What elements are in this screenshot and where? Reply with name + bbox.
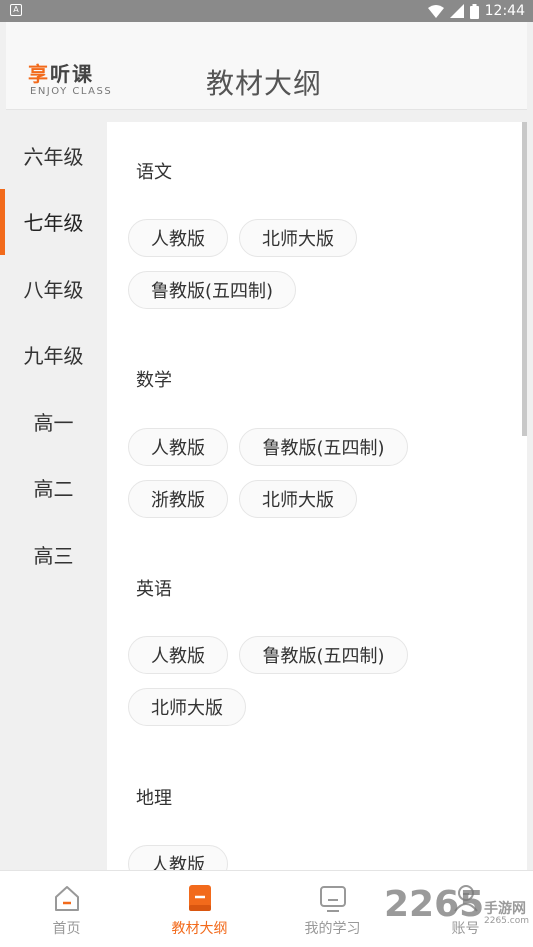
grade-label: 高二: [33, 477, 74, 502]
watermark-number: 2265: [384, 884, 485, 925]
sidebar-item-high-2[interactable]: 高二: [0, 455, 107, 522]
status-bar: A 12:44: [0, 0, 533, 22]
wifi-icon: [427, 4, 444, 18]
edition-tag[interactable]: 鲁教版(五四制): [239, 428, 408, 466]
sidebar-item-high-1[interactable]: 高一: [0, 388, 107, 455]
textbook-list[interactable]: 语文 人教版 北师大版 鲁教版(五四制) 数学 人教版 鲁教版(五四制) 浙教版…: [107, 122, 527, 870]
edition-tag[interactable]: 鲁教版(五四制): [239, 636, 408, 674]
battery-icon: [469, 3, 479, 19]
sidebar-item-grade-6[interactable]: 六年级: [0, 122, 107, 189]
subject-heading-math: 数学: [136, 370, 172, 391]
grade-label: 高三: [33, 543, 74, 568]
app-logo: 享听课: [28, 58, 94, 87]
edition-tag[interactable]: 北师大版: [239, 480, 357, 518]
book-icon: [185, 883, 215, 913]
subject-heading-english: 英语: [136, 579, 172, 600]
status-time: 12:44: [484, 3, 525, 19]
edition-tag[interactable]: 人教版: [128, 845, 228, 870]
notification-icon: A: [10, 4, 22, 16]
scrollbar[interactable]: [522, 122, 527, 436]
grade-label: 六年级: [23, 144, 84, 169]
nav-label: 教材大纲: [171, 921, 228, 937]
status-icons: 12:44: [427, 1, 525, 21]
edition-tag[interactable]: 北师大版: [128, 688, 246, 726]
nav-my-study[interactable]: 我的学习: [266, 871, 399, 947]
edition-tag[interactable]: 人教版: [128, 636, 228, 674]
logo-subtitle: ENJOY CLASS: [30, 86, 113, 97]
grade-label: 八年级: [23, 277, 84, 302]
watermark-url: 2265.com: [484, 916, 529, 926]
grade-sidebar: 六年级 七年级 八年级 九年级 高一 高二 高三: [0, 122, 107, 588]
nav-home[interactable]: 首页: [0, 871, 133, 947]
subject-heading-geography: 地理: [136, 788, 172, 809]
app-header: 享听课 ENJOY CLASS 教材大纲: [6, 22, 527, 110]
grade-label: 七年级: [23, 211, 84, 236]
subject-heading-chinese: 语文: [136, 162, 172, 183]
watermark-text: 手游网: [484, 901, 526, 917]
edition-tag[interactable]: 人教版: [128, 219, 228, 257]
sidebar-item-grade-9[interactable]: 九年级: [0, 322, 107, 389]
page-title: 教材大纲: [206, 67, 323, 100]
nav-label: 我的学习: [304, 921, 361, 937]
grade-label: 高一: [33, 410, 74, 435]
edition-tag[interactable]: 人教版: [128, 428, 228, 466]
sidebar-item-grade-7[interactable]: 七年级: [0, 188, 107, 256]
home-icon: [52, 883, 82, 913]
grade-label: 九年级: [23, 344, 84, 369]
logo-accent: 享: [28, 62, 50, 86]
sidebar-item-high-3[interactable]: 高三: [0, 521, 107, 588]
signal-icon: [449, 4, 464, 18]
sidebar-item-grade-8[interactable]: 八年级: [0, 255, 107, 322]
monitor-icon: [318, 883, 348, 913]
edition-tag[interactable]: 北师大版: [239, 219, 357, 257]
nav-label: 首页: [52, 921, 81, 937]
logo-text: 听课: [50, 62, 94, 86]
edition-tag[interactable]: 浙教版: [128, 480, 228, 518]
edition-tag[interactable]: 鲁教版(五四制): [128, 271, 296, 309]
nav-textbook[interactable]: 教材大纲: [133, 871, 266, 947]
